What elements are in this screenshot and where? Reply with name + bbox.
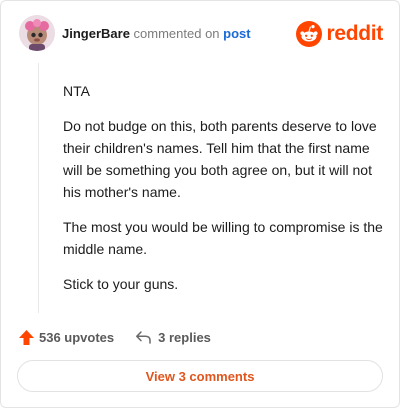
reddit-wordmark: reddit [326, 22, 383, 45]
comment-actions: 536 upvotes 3 replies [18, 327, 211, 347]
replies-count: 3 replies [158, 329, 211, 345]
comment-paragraph: NTA [63, 83, 90, 99]
username-link[interactable]: JingerBare [62, 26, 130, 41]
comment-paragraph: The most you would be willing to comprom… [63, 219, 383, 257]
reddit-logo[interactable]: reddit [296, 21, 383, 47]
byline: JingerBare commented on post [62, 26, 251, 41]
post-link[interactable]: post [223, 26, 250, 41]
thread-line [38, 63, 39, 313]
comment-header: JingerBare commented on post reddit [19, 15, 383, 53]
reddit-snoo-icon [296, 21, 323, 47]
view-comments-button[interactable]: View 3 comments [17, 360, 383, 392]
reply-arrow-icon [136, 330, 151, 344]
user-avatar[interactable] [19, 15, 55, 51]
comment-paragraph: Do not budge on this, both parents deser… [63, 118, 377, 200]
comment-paragraph: Stick to your guns. [63, 276, 179, 292]
comment-body: NTA Do not budge on this, both parents d… [63, 80, 385, 308]
upvote-arrow-icon[interactable] [18, 329, 35, 346]
upvote-count: 536 upvotes [39, 329, 115, 345]
byline-verb: commented on [133, 26, 220, 41]
replies-button[interactable]: 3 replies [135, 329, 211, 346]
comment-card: JingerBare commented on post reddit NTA … [0, 0, 400, 408]
